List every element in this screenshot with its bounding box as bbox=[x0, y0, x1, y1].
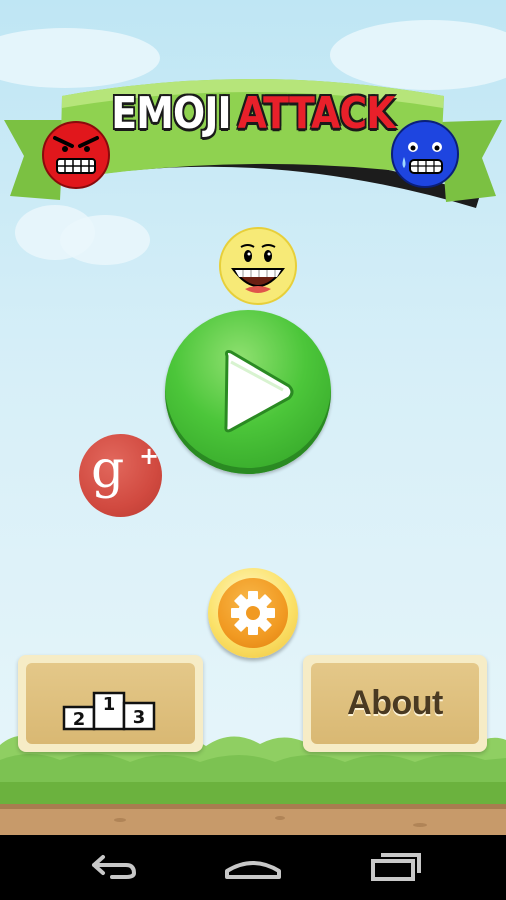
title-part-emoji: EMOJI bbox=[111, 88, 231, 139]
settings-button[interactable] bbox=[208, 568, 298, 658]
about-panel: About bbox=[311, 663, 479, 744]
about-label: About bbox=[347, 684, 443, 722]
gear-icon bbox=[231, 591, 275, 635]
leaderboard-button[interactable]: 2 1 3 bbox=[18, 655, 203, 752]
game-title: EMOJI ATTACK bbox=[35, 88, 470, 139]
system-navigation-bar bbox=[0, 835, 506, 900]
back-icon bbox=[92, 855, 137, 879]
leaderboard-panel: 2 1 3 bbox=[26, 663, 195, 744]
play-button[interactable] bbox=[165, 310, 331, 474]
google-plus-button[interactable]: g + bbox=[79, 434, 162, 517]
about-button[interactable]: About bbox=[303, 655, 487, 752]
google-plus-sign: + bbox=[139, 442, 160, 470]
back-button[interactable] bbox=[72, 835, 152, 900]
game-menu-screen: EMOJI ATTACK g + 2 1 3 About bbox=[0, 0, 506, 900]
google-g-letter: g bbox=[91, 440, 125, 500]
podium-third: 3 bbox=[133, 707, 146, 728]
settings-coin bbox=[218, 578, 288, 648]
play-icon bbox=[224, 350, 294, 433]
recents-button[interactable] bbox=[355, 835, 435, 900]
podium-second: 2 bbox=[73, 709, 86, 730]
podium-icon: 2 1 3 bbox=[62, 691, 156, 731]
home-button[interactable] bbox=[213, 835, 293, 900]
recents-icon bbox=[371, 853, 421, 881]
podium-first: 1 bbox=[103, 694, 116, 715]
title-part-attack: ATTACK bbox=[237, 88, 396, 139]
laughing-yellow-emoji-icon bbox=[219, 227, 297, 305]
home-icon bbox=[225, 861, 281, 879]
